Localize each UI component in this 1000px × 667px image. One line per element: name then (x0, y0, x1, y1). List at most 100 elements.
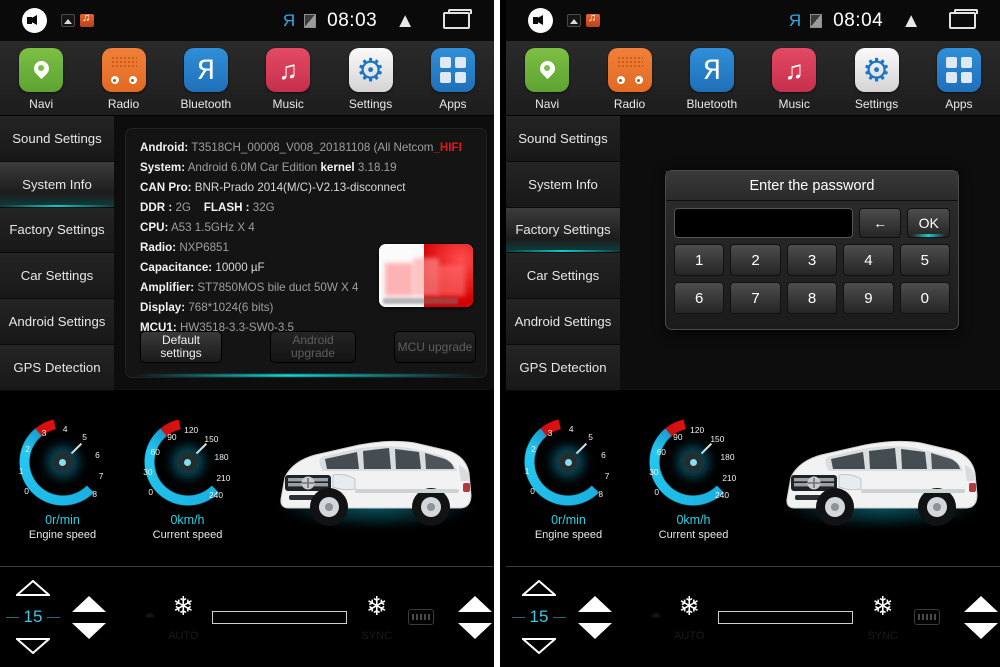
recents-icon[interactable] (443, 9, 473, 29)
speaker-icon[interactable] (22, 8, 47, 33)
backspace-button[interactable]: ← (858, 208, 902, 238)
tick-rpm-3: 3 (41, 428, 47, 439)
dock-item-bluetooth[interactable]: Bluetooth (165, 48, 247, 111)
system-info-card: Android: T3518CH_00008_V008_20181108 (Al… (126, 129, 486, 377)
settings-body: Sound Settings System Info Factory Setti… (505, 116, 1000, 391)
dock-label-settings: Settings (854, 97, 899, 111)
password-input-row: ← OK (673, 208, 950, 238)
dock-item-music[interactable]: Music (753, 48, 835, 111)
windshield-defrost-button[interactable]: ◓ (144, 606, 156, 629)
sidebar-item-sound-settings[interactable]: Sound Settings (0, 116, 114, 162)
auto-label: AUTO (168, 629, 199, 642)
sidebar-item-android-settings[interactable]: Android Settings (505, 299, 620, 345)
fan-level-indicator[interactable] (212, 610, 348, 624)
rear-defog-button[interactable] (914, 609, 940, 625)
dock-item-navi[interactable]: Navi (0, 48, 82, 111)
android-upgrade-button[interactable]: Android upgrade (270, 331, 356, 363)
music-notification-icon[interactable] (80, 12, 94, 27)
default-settings-button[interactable]: Default settings (140, 331, 222, 363)
sync-mode-button[interactable]: ❄ SYNC (361, 593, 392, 642)
key-5[interactable]: 5 (899, 244, 951, 276)
screenshot-icon[interactable] (61, 14, 75, 27)
radio-icon (607, 48, 652, 92)
sidebar-item-gps-detection[interactable]: GPS Detection (0, 344, 114, 391)
info-value-android: T3518CH_00008_V008_20181108 (All Netcom (191, 141, 434, 154)
tick-rpm-4: 4 (568, 423, 574, 434)
info-value-amplifier: ST7850MOS bile duct 50W X 4 (197, 281, 359, 294)
fan-down-icon[interactable] (72, 622, 106, 639)
key-3[interactable]: 3 (786, 244, 838, 276)
fan-up-icon[interactable] (577, 595, 612, 612)
key-7[interactable]: 7 (730, 282, 781, 314)
triangle-up-icon[interactable] (521, 580, 556, 596)
gauge-cluster: 0 1 2 3 4 5 6 7 8 0r/min Engine speed 0 … (0, 391, 495, 566)
windshield-defrost-button[interactable]: ◓ (650, 606, 662, 629)
fan-icon: ❄ (871, 590, 894, 621)
mcu-upgrade-button[interactable]: MCU upgrade (394, 331, 476, 363)
auto-label: AUTO (674, 629, 705, 642)
sidebar-item-sound-settings[interactable]: Sound Settings (505, 116, 620, 162)
location-pin-icon (525, 48, 570, 92)
keypad-row-2: 6 7 8 9 0 (673, 282, 951, 314)
triangle-down-icon[interactable] (521, 638, 556, 654)
speaker-icon[interactable] (527, 8, 553, 33)
fan-level-indicator[interactable] (718, 610, 854, 624)
status-bar: Я 08:03 ▲ (0, 0, 495, 41)
dock-item-apps[interactable]: Apps (918, 48, 1000, 111)
fan-level-bar (212, 610, 348, 624)
vehicle-image (769, 403, 994, 553)
sidebar-item-car-settings[interactable]: Car Settings (0, 253, 114, 300)
sidebar-item-factory-settings[interactable]: Factory Settings (505, 207, 620, 254)
rear-defog-button[interactable] (408, 609, 435, 625)
ok-button[interactable]: OK (907, 208, 950, 238)
triangle-up-icon[interactable] (458, 595, 493, 612)
key-0[interactable]: 0 (899, 282, 951, 314)
recents-icon[interactable] (949, 9, 978, 29)
dock-label-settings: Settings (348, 97, 393, 111)
dock-item-navi[interactable]: Navi (506, 48, 588, 111)
auto-mode-button[interactable]: ❄ AUTO (168, 593, 198, 642)
fan-up-icon[interactable] (72, 595, 106, 612)
triangle-down-icon[interactable] (16, 638, 50, 654)
password-input[interactable] (673, 208, 853, 238)
triangle-down-icon[interactable] (458, 622, 493, 639)
dock-item-music[interactable]: Music (247, 48, 329, 111)
sidebar-item-system-info[interactable]: System Info (0, 161, 114, 208)
dock-item-radio[interactable]: Radio (588, 48, 670, 111)
dock-label-music: Music (778, 97, 810, 111)
keypad-row-1: 1 2 3 4 5 (673, 244, 951, 276)
driver-temp-outline-controls: 15 (5, 580, 61, 654)
sync-mode-button[interactable]: ❄ SYNC (867, 593, 898, 642)
dock-item-settings[interactable]: Settings (329, 48, 411, 111)
key-8[interactable]: 8 (786, 282, 838, 314)
left-screen: Я 08:03 ▲ Navi Radio Bluetooth (0, 0, 495, 667)
key-6[interactable]: 6 (673, 282, 725, 314)
auto-mode-button[interactable]: ❄ AUTO (674, 593, 704, 642)
sidebar-item-factory-settings[interactable]: Factory Settings (0, 207, 114, 254)
tick-rpm-1: 1 (524, 465, 530, 476)
key-9[interactable]: 9 (843, 282, 894, 314)
key-2[interactable]: 2 (730, 244, 781, 276)
dock-item-apps[interactable]: Apps (412, 48, 494, 111)
triangle-up-icon[interactable] (964, 595, 998, 612)
tick-kmh-90: 90 (673, 431, 683, 442)
dock-item-bluetooth[interactable]: Bluetooth (671, 48, 753, 111)
screenshot-icon[interactable] (566, 14, 581, 27)
triangle-up-icon[interactable] (16, 580, 50, 596)
music-notification-icon[interactable] (585, 12, 600, 27)
dock-item-radio[interactable]: Radio (82, 48, 164, 111)
tick-kmh-180: 180 (214, 452, 229, 463)
info-value-ddr: 2G (175, 201, 191, 214)
sidebar-item-car-settings[interactable]: Car Settings (505, 253, 620, 300)
sidebar-item-android-settings[interactable]: Android Settings (0, 299, 114, 345)
chevron-up-icon[interactable]: ▲ (901, 11, 921, 31)
chevron-up-icon[interactable]: ▲ (395, 11, 415, 31)
key-4[interactable]: 4 (843, 244, 894, 276)
fan-down-icon[interactable] (577, 622, 612, 639)
tick-rpm-3: 3 (547, 428, 553, 439)
dock-item-settings[interactable]: Settings (835, 48, 917, 111)
sidebar-item-gps-detection[interactable]: GPS Detection (505, 344, 620, 391)
triangle-down-icon[interactable] (964, 622, 998, 639)
sidebar-item-system-info[interactable]: System Info (505, 161, 620, 208)
key-1[interactable]: 1 (673, 244, 725, 276)
